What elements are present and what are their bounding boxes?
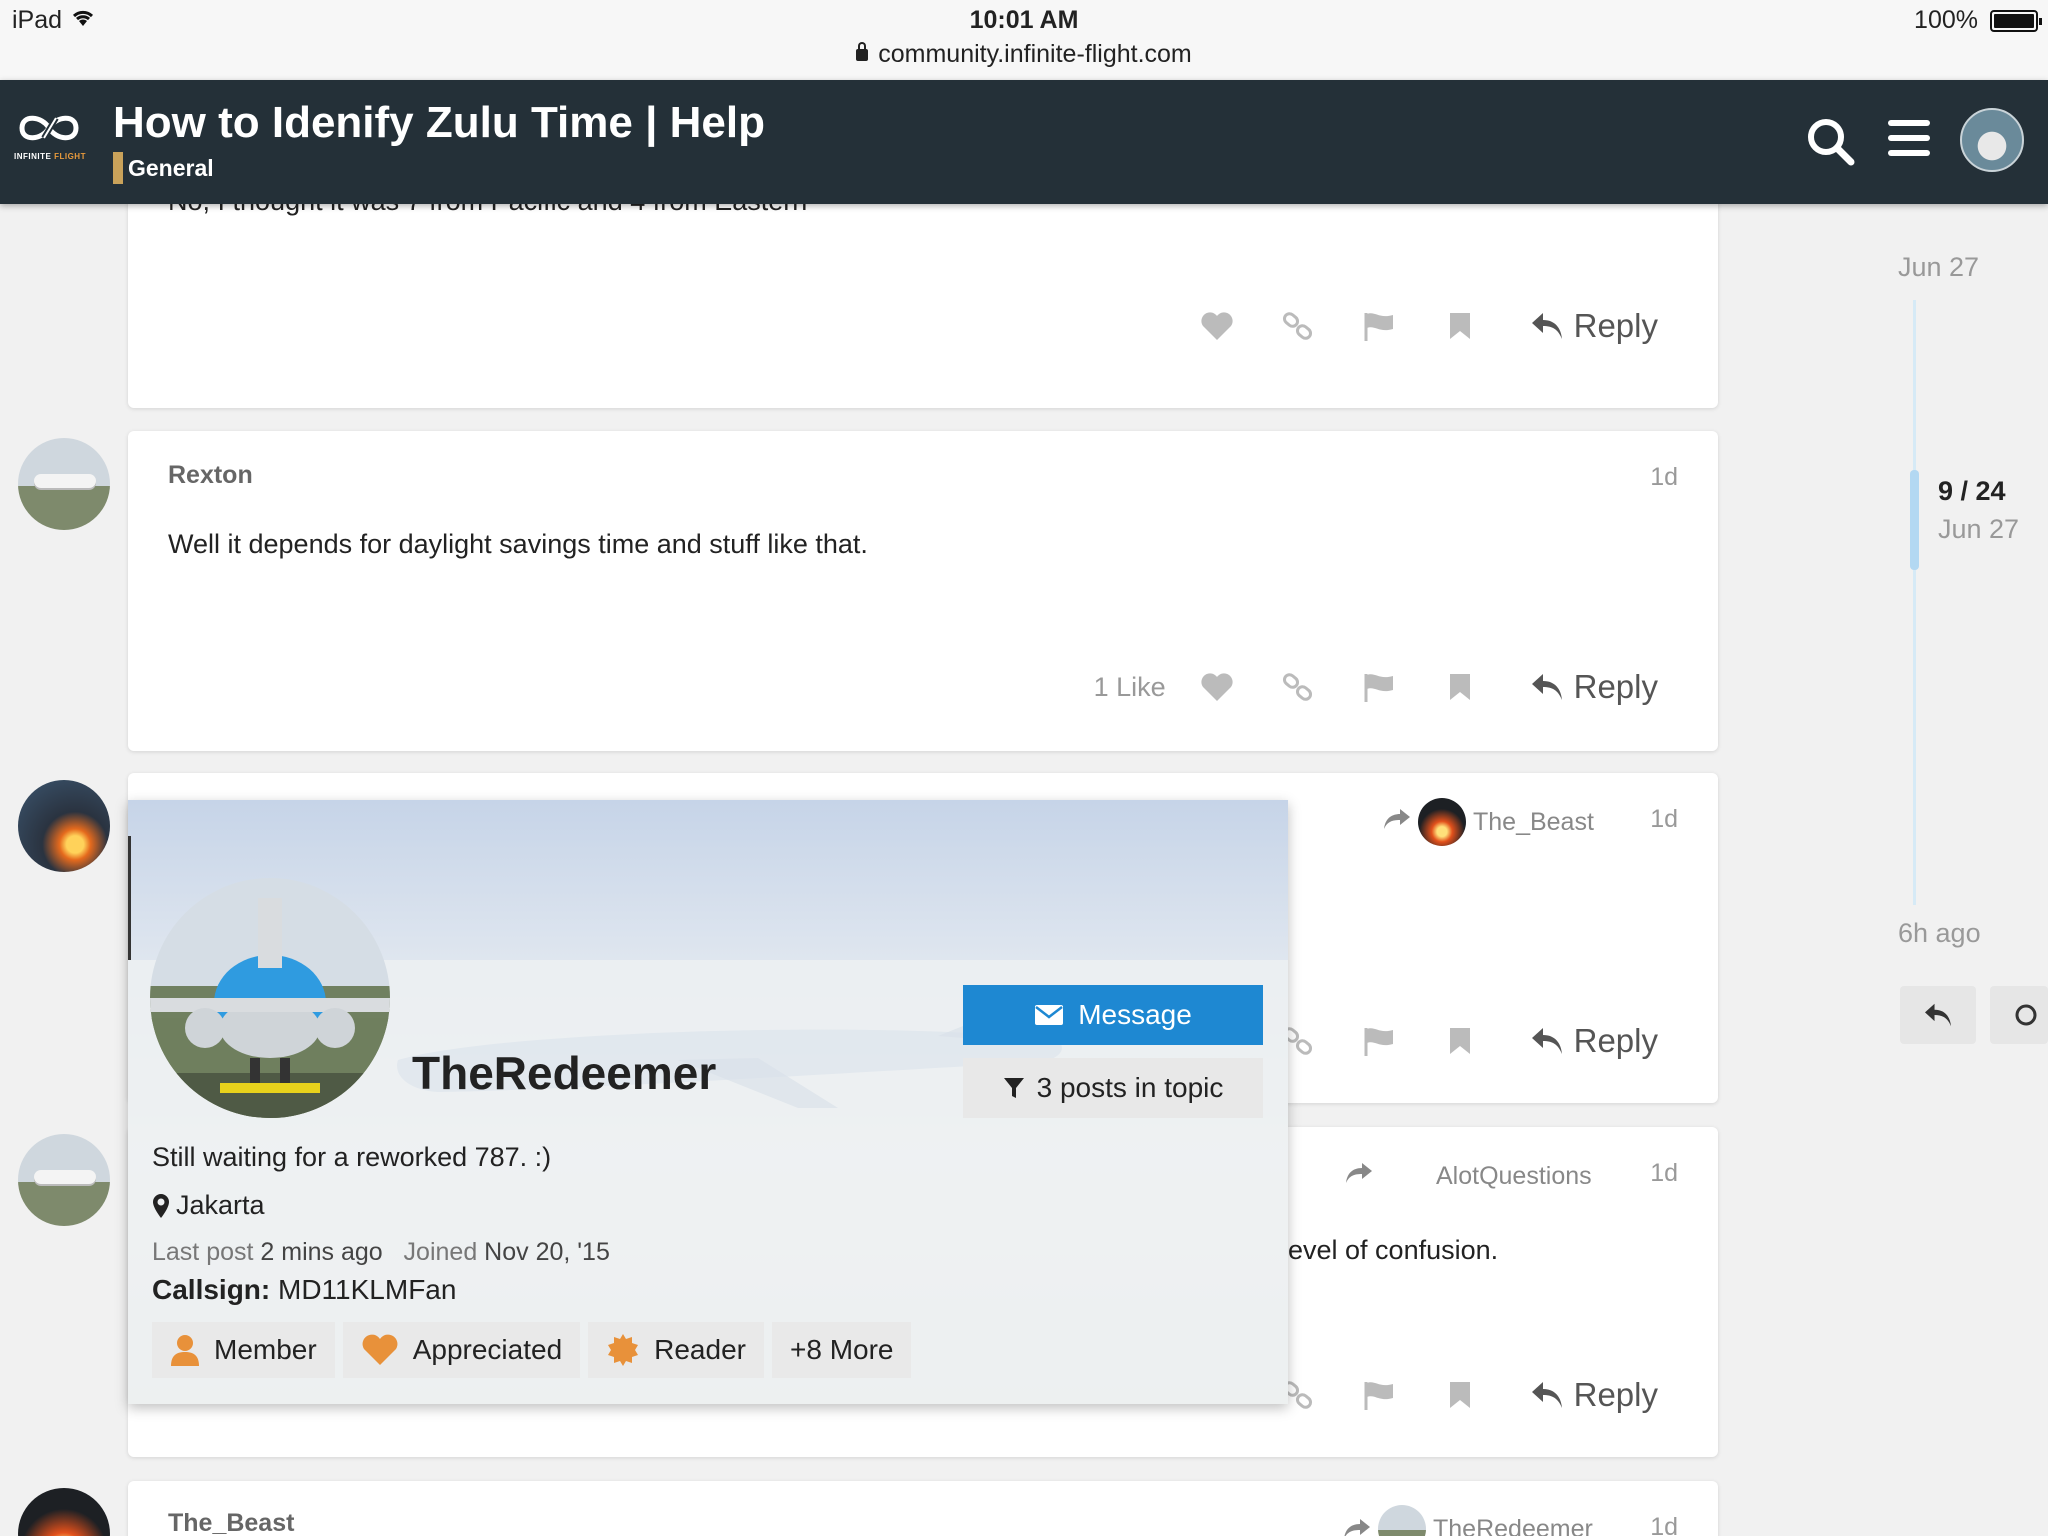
reply-to-avatar[interactable]	[1418, 798, 1466, 846]
address-bar[interactable]: community.infinite-flight.com	[0, 40, 2048, 69]
timeline-reply-button[interactable]	[1900, 986, 1976, 1044]
user-avatar-theredeemer[interactable]	[18, 780, 110, 872]
user-card-username[interactable]: TheRedeemer	[412, 1046, 716, 1100]
site-header: INFINITE FLIGHT How to Idenify Zulu Time…	[0, 80, 2048, 204]
post-actions: Reply	[1281, 1019, 1658, 1063]
battery-percent: 100%	[1914, 6, 1978, 34]
user-avatar-rexton[interactable]	[18, 1134, 110, 1226]
reply-button[interactable]: Reply	[1530, 307, 1658, 345]
bookmark-icon[interactable]	[1443, 1024, 1477, 1058]
like-count[interactable]: 1 Like	[1094, 672, 1166, 703]
user-bio: Still waiting for a reworked 787. :)	[152, 1142, 552, 1172]
reply-to-username[interactable]: AlotQuestions	[1436, 1162, 1592, 1191]
post-card: Rexton 1d Well it depends for daylight s…	[128, 431, 1718, 751]
bookmark-icon[interactable]	[1443, 670, 1477, 704]
envelope-icon	[1035, 1005, 1064, 1025]
like-heart-icon[interactable]	[1200, 670, 1234, 704]
user-activity-meta: Last post 2 mins ago Joined Nov 20, '15	[152, 1238, 610, 1266]
post-age[interactable]: 1d	[1650, 1513, 1678, 1536]
badge-reader[interactable]: Reader	[588, 1322, 764, 1378]
map-marker-icon	[153, 1193, 169, 1218]
user-avatar-rexton[interactable]	[18, 438, 110, 530]
flag-icon[interactable]	[1362, 670, 1396, 704]
message-button[interactable]: Message	[963, 985, 1263, 1045]
share-link-icon[interactable]	[1281, 309, 1315, 343]
timeline-position-date: Jun 27	[1938, 514, 2020, 544]
user-card-popup: TheRedeemer Message 3 posts in topic Sti…	[128, 800, 1288, 1404]
user-icon	[171, 1335, 199, 1366]
reply-arrow-icon	[1531, 1382, 1562, 1408]
current-user-avatar[interactable]	[1960, 108, 2024, 172]
post-author[interactable]: The_Beast	[168, 1509, 294, 1536]
clock: 10:01 AM	[969, 6, 1079, 34]
circle-icon	[2015, 1004, 2037, 1026]
user-callsign: Callsign: MD11KLMFan	[152, 1274, 457, 1305]
post-actions: 1 Like Reply	[1094, 665, 1658, 709]
reply-to-arrow-icon	[1384, 809, 1410, 829]
post-actions: Reply	[1281, 1373, 1658, 1417]
category-badge[interactable]: General	[113, 152, 214, 184]
heart-icon	[362, 1334, 398, 1365]
filter-posts-button[interactable]: 3 posts in topic	[963, 1058, 1263, 1118]
bookmark-icon[interactable]	[1443, 309, 1477, 343]
certificate-icon	[608, 1334, 639, 1366]
flag-icon[interactable]	[1362, 1024, 1396, 1058]
reply-arrow-icon	[1531, 674, 1562, 700]
timeline-scroll-handle[interactable]	[1910, 470, 1919, 570]
timeline-notifications-button[interactable]	[1990, 986, 2048, 1044]
reply-button[interactable]: Reply	[1530, 668, 1658, 706]
airplane-front-image	[150, 898, 390, 1118]
badge-more[interactable]: +8 More	[771, 1322, 912, 1378]
post-actions: Reply	[1200, 304, 1658, 348]
topic-title[interactable]: How to Idenify Zulu Time | Help	[113, 98, 765, 148]
site-logo[interactable]: INFINITE FLIGHT	[14, 110, 98, 170]
reply-to-username[interactable]: The_Beast	[1473, 808, 1594, 837]
user-card-avatar[interactable]	[150, 878, 390, 1118]
timeline-position: 9 / 24	[1938, 476, 2006, 506]
post-card: The_Beast TheRedeemer 1d	[128, 1481, 1718, 1536]
status-bar: iPad 10:01 AM community.infinite-flight.…	[0, 0, 2048, 80]
battery-icon	[1990, 10, 2042, 32]
reply-to-arrow-icon	[1344, 1519, 1370, 1536]
bookmark-icon[interactable]	[1443, 1378, 1477, 1412]
reply-arrow-icon	[1531, 1028, 1562, 1054]
reply-button[interactable]: Reply	[1530, 1376, 1658, 1414]
user-location: Jakarta	[152, 1190, 265, 1221]
flag-icon[interactable]	[1362, 1378, 1396, 1412]
search-icon[interactable]	[1805, 116, 1855, 166]
like-heart-icon[interactable]	[1200, 309, 1234, 343]
post-body: Well it depends for daylight savings tim…	[168, 529, 868, 559]
post-author[interactable]: Rexton	[168, 461, 253, 490]
filter-icon	[1003, 1078, 1024, 1098]
flag-icon[interactable]	[1362, 309, 1396, 343]
post-body: evel of confusion.	[1288, 1235, 1499, 1265]
reply-arrow-icon	[1925, 1003, 1951, 1027]
badge-member[interactable]: Member	[152, 1322, 335, 1378]
reply-arrow-icon	[1531, 313, 1562, 339]
infinity-logo-icon	[19, 115, 79, 141]
reply-to-avatar[interactable]	[1378, 1505, 1426, 1536]
timeline-start-date[interactable]: Jun 27	[1898, 252, 1979, 283]
user-avatar-the-beast[interactable]	[18, 1488, 110, 1536]
share-link-icon[interactable]	[1281, 670, 1315, 704]
url-text: community.infinite-flight.com	[878, 40, 1192, 68]
hamburger-menu-icon[interactable]	[1888, 120, 1934, 160]
post-age[interactable]: 1d	[1650, 805, 1678, 834]
post-age[interactable]: 1d	[1650, 463, 1678, 492]
timeline-end-label[interactable]: 6h ago	[1898, 918, 1981, 949]
badge-appreciated[interactable]: Appreciated	[342, 1322, 581, 1378]
reply-button[interactable]: Reply	[1530, 1022, 1658, 1060]
user-badges: Member Appreciated Reader +8 More	[152, 1322, 919, 1378]
logo-wordmark: INFINITE FLIGHT	[14, 152, 86, 161]
reply-to-arrow-icon	[1346, 1163, 1372, 1183]
reply-to-username[interactable]: TheRedeemer	[1433, 1515, 1593, 1536]
post-age[interactable]: 1d	[1650, 1159, 1678, 1188]
timeline-track[interactable]	[1913, 300, 1916, 905]
lock-icon	[856, 42, 869, 61]
